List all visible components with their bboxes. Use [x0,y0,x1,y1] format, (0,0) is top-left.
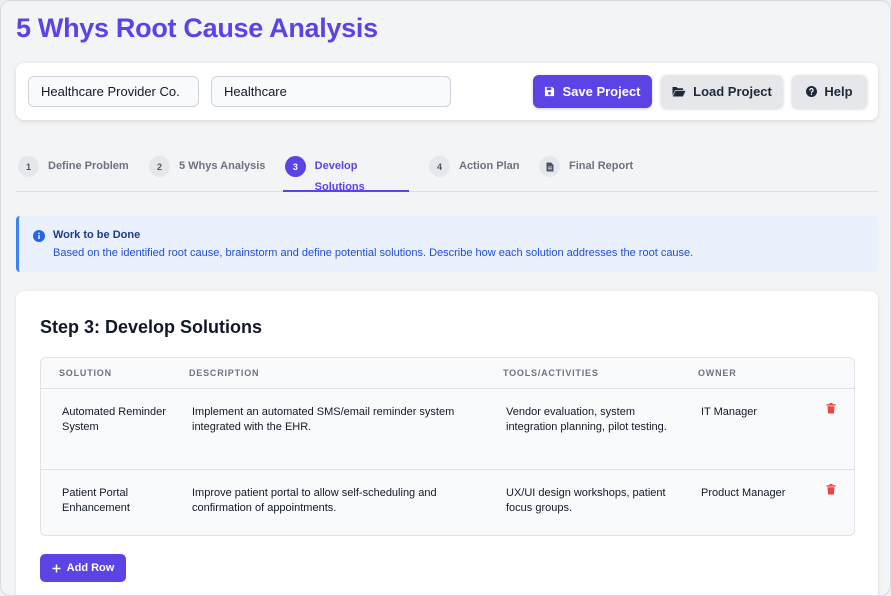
info-circle-icon [33,230,45,242]
column-header-tools: TOOLS/ACTIVITIES [503,368,599,378]
help-label: Help [824,84,853,99]
info-title: Work to be Done [53,229,141,241]
load-project-button[interactable]: Load Project [661,75,783,108]
column-header-owner: OWNER [698,368,737,378]
step-label: Action Plan [459,160,520,172]
step-label: Develop Solutions [314,160,365,193]
save-icon [545,86,555,97]
info-callout: Work to be Done Based on the identified … [16,216,878,272]
document-icon [546,162,553,171]
tab-define-problem[interactable]: 1 Define Problem [18,149,129,192]
step-number: 1 [18,156,39,177]
table-row: Automated Reminder System Implement an a… [41,389,854,470]
app-window: 5 Whys Root Cause Analysis Save Project … [0,0,891,596]
table-row: Patient Portal Enhancement Improve patie… [41,470,854,535]
help-button[interactable]: Help [792,75,867,108]
info-text: Based on the identified root cause, brai… [53,247,694,259]
tools-cell[interactable]: UX/UI design workshops, patient focus gr… [506,486,681,516]
project-bar: Save Project Load Project Help [16,63,878,120]
load-project-label: Load Project [693,84,772,99]
plus-icon [52,564,61,572]
step-number: 3 [285,156,306,177]
step-label: Define Problem [48,160,129,172]
add-row-label: Add Row [66,562,115,574]
tab-5-whys-analysis[interactable]: 2 5 Whys Analysis [149,149,265,192]
trash-icon[interactable] [826,484,836,495]
step-label: Final Report [569,160,634,172]
section-title: Step 3: Develop Solutions [40,317,263,337]
question-circle-icon [806,86,818,97]
solution-cell[interactable]: Automated Reminder System [62,405,172,435]
add-row-button[interactable]: Add Row [40,554,126,582]
save-project-button[interactable]: Save Project [533,75,652,108]
step-number: 2 [149,156,170,177]
solution-cell[interactable]: Patient Portal Enhancement [62,486,172,516]
trash-icon[interactable] [826,403,836,414]
folder-open-icon [672,87,686,97]
description-cell[interactable]: Improve patient portal to allow self-sch… [192,486,492,516]
app-title: 5 Whys Root Cause Analysis [16,13,378,43]
column-header-description: DESCRIPTION [189,368,260,378]
description-cell[interactable]: Implement an automated SMS/email reminde… [192,405,492,435]
industry-input[interactable] [211,76,451,107]
table-header: SOLUTION DESCRIPTION TOOLS/ACTIVITIES OW… [41,358,854,389]
company-name-input[interactable] [28,76,199,107]
step-number: 4 [429,156,450,177]
save-project-label: Save Project [562,84,641,99]
tools-cell[interactable]: Vendor evaluation, system integration pl… [506,405,681,435]
step-label: 5 Whys Analysis [179,160,266,172]
solutions-table: SOLUTION DESCRIPTION TOOLS/ACTIVITIES OW… [40,357,855,536]
solutions-card: Step 3: Develop Solutions SOLUTION DESCR… [16,291,878,595]
tab-action-plan[interactable]: 4 Action Plan [429,149,520,192]
tab-final-report[interactable]: Final Report [539,149,633,192]
owner-cell[interactable]: Product Manager [701,486,811,501]
column-header-solution: SOLUTION [59,368,112,378]
owner-cell[interactable]: IT Manager [701,405,811,420]
step-tabs: 1 Define Problem 2 5 Whys Analysis 3 Dev… [16,149,878,193]
tab-develop-solutions[interactable]: 3 Develop Solutions [283,149,409,193]
step-number [539,156,560,177]
